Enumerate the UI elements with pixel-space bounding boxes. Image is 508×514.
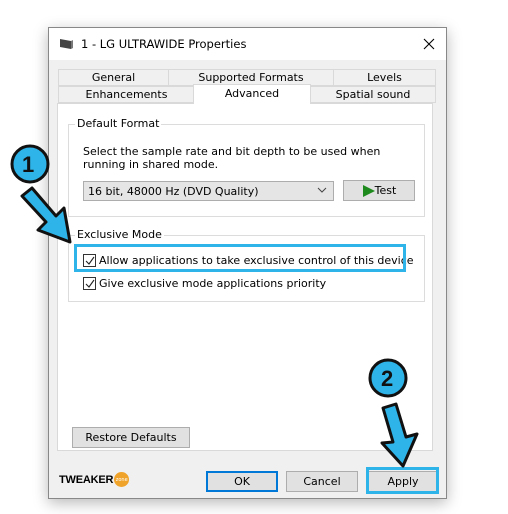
tab-enhancements[interactable]: Enhancements (58, 86, 195, 103)
format-description: Select the sample rate and bit depth to … (83, 145, 381, 171)
allow-exclusive-control-option[interactable]: Allow applications to take exclusive con… (83, 254, 414, 267)
test-button[interactable]: Test (343, 180, 415, 201)
default-format-group: Default Format Select the sample rate an… (68, 117, 425, 217)
chevron-down-icon (317, 187, 327, 193)
tab-label: Advanced (224, 87, 280, 100)
speaker-device-icon (60, 39, 73, 49)
step-2-annotation (368, 358, 419, 468)
restore-defaults-label: Restore Defaults (85, 431, 177, 444)
tab-label: Supported Formats (198, 71, 304, 84)
step-1-number: 1 (22, 152, 35, 177)
step-1-annotation (10, 144, 72, 244)
exclusive-priority-option[interactable]: Give exclusive mode applications priorit… (83, 277, 326, 290)
title-bar: 1 - LG ULTRAWIDE Properties (49, 28, 446, 60)
cancel-label: Cancel (303, 475, 341, 488)
cancel-button[interactable]: Cancel (286, 471, 358, 492)
logo-text: TWEAKER (59, 473, 114, 486)
ok-button[interactable]: OK (206, 471, 278, 492)
sample-format-dropdown[interactable]: 16 bit, 48000 Hz (DVD Quality) (83, 181, 334, 201)
step-1-arrow-icon (20, 186, 72, 244)
restore-defaults-button[interactable]: Restore Defaults (72, 427, 190, 448)
tweaker-zone-logo: TWEAKER zone (59, 472, 130, 487)
exclusive-mode-group: Exclusive Mode Allow applications to tak… (68, 228, 425, 302)
checkmark-icon (85, 279, 94, 288)
tab-label: General (91, 71, 136, 84)
play-icon (362, 184, 375, 197)
allow-exclusive-label: Allow applications to take exclusive con… (99, 254, 414, 267)
exclusive-priority-label: Give exclusive mode applications priorit… (99, 277, 327, 290)
checkmark-icon (85, 256, 94, 265)
apply-label: Apply (387, 475, 419, 488)
apply-button[interactable]: Apply (367, 471, 439, 492)
tab-spatial-sound[interactable]: Spatial sound (310, 86, 436, 103)
tab-levels[interactable]: Levels (333, 69, 436, 86)
tab-general[interactable]: General (58, 69, 169, 86)
test-label: Test (374, 184, 397, 197)
allow-exclusive-checkbox[interactable] (83, 254, 96, 267)
window-title: 1 - LG ULTRAWIDE Properties (81, 37, 247, 51)
exclusive-mode-label: Exclusive Mode (75, 228, 164, 241)
selected-format: 16 bit, 48000 Hz (DVD Quality) (88, 185, 259, 198)
tab-advanced[interactable]: Advanced (193, 84, 311, 104)
tab-label: Spatial sound (335, 88, 411, 101)
tab-label: Enhancements (85, 88, 168, 101)
step-2-arrow-icon (380, 402, 419, 468)
logo-badge: zone (114, 472, 130, 487)
close-icon (423, 38, 435, 50)
close-button[interactable] (416, 32, 442, 56)
exclusive-priority-checkbox[interactable] (83, 277, 96, 290)
ok-label: OK (234, 475, 250, 488)
tab-label: Levels (367, 71, 402, 84)
step-2-number: 2 (381, 366, 394, 391)
default-format-label: Default Format (75, 117, 162, 130)
